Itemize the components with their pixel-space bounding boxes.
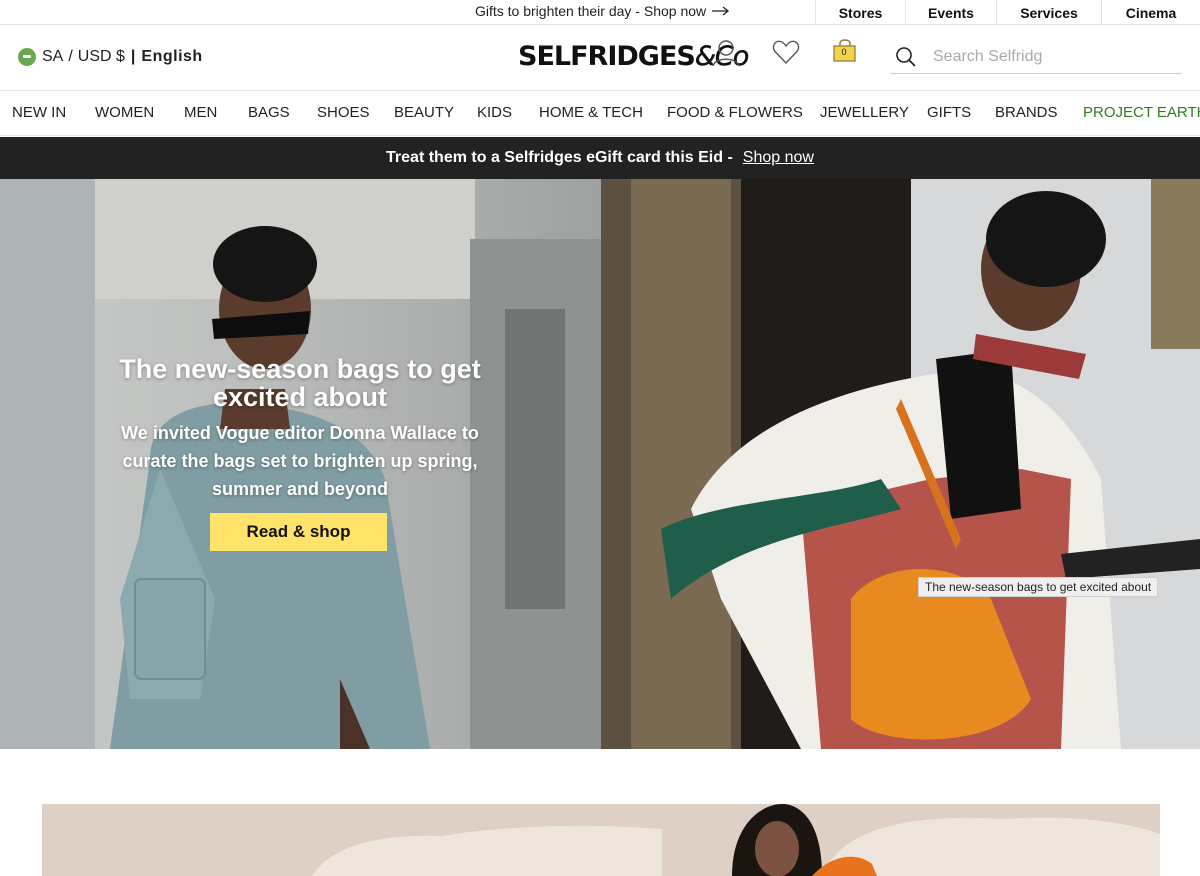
nav-item-new-in[interactable]: NEW IN (12, 104, 66, 121)
locale-country: SA (42, 48, 64, 65)
hero-subtitle: We invited Vogue editor Donna Wallace to… (121, 423, 479, 499)
logo-main: SELFRIDGES (518, 41, 696, 72)
events-link[interactable]: Events (905, 0, 996, 25)
heart-icon[interactable] (772, 38, 800, 66)
nav-item-kids[interactable]: KIDS (477, 104, 512, 121)
secondary-promo-photo (42, 804, 1160, 876)
nav-item-bags[interactable]: BAGS (248, 104, 290, 121)
nav-item-beauty[interactable]: BEAUTY (394, 104, 454, 121)
hero-right-photo (601, 179, 1200, 749)
utility-links: Stores Events Services Cinema (815, 0, 1200, 25)
search-input[interactable] (933, 47, 1043, 66)
locale-currency: USD $ (77, 48, 125, 65)
main-nav: NEW IN WOMEN MEN BAGS SHOES BEAUTY KIDS … (0, 90, 1200, 136)
locale-slash: / (68, 48, 73, 65)
image-tooltip: The new-season bags to get excited about (918, 577, 1159, 597)
locale-divider: | (130, 48, 136, 65)
nav-item-food-flowers[interactable]: FOOD & FLOWERS (667, 104, 803, 121)
egift-banner: Treat them to a Selfridges eGift card th… (0, 137, 1200, 179)
nav-item-women[interactable]: WOMEN (95, 104, 154, 121)
top-promo-link[interactable]: Gifts to brighten their day - Shop now (475, 3, 730, 19)
hero-title: The new-season bags to get excited about (119, 354, 481, 412)
nav-item-gifts[interactable]: GIFTS (927, 104, 971, 121)
nav-item-jewellery[interactable]: JEWELLERY (820, 104, 909, 121)
secondary-promo-image[interactable] (42, 804, 1160, 876)
nav-item-home-tech[interactable]: HOME & TECH (539, 104, 643, 121)
hero-section: The new-season bags to get excited about… (0, 179, 1200, 749)
banner-text: Treat them to a Selfridges eGift card th… (386, 149, 733, 166)
search-icon[interactable] (895, 46, 917, 68)
cinema-link[interactable]: Cinema (1101, 0, 1200, 25)
hero-image-right[interactable] (601, 179, 1200, 749)
stores-link[interactable]: Stores (815, 0, 905, 25)
top-utility-bar: Gifts to brighten their day - Shop now S… (0, 0, 1200, 25)
nav-item-project-earth[interactable]: PROJECT EARTH (1083, 104, 1200, 121)
account-icon[interactable] (711, 38, 741, 68)
services-link[interactable]: Services (996, 0, 1101, 25)
site-header: SA / USD $ | English SELFRIDGES &Co 0 (0, 26, 1200, 90)
nav-item-shoes[interactable]: SHOES (317, 104, 370, 121)
nav-item-men[interactable]: MEN (184, 104, 217, 121)
shopping-bag-button[interactable]: 0 (832, 38, 858, 66)
locale-language: English (141, 48, 203, 65)
arrow-right-icon (712, 6, 730, 16)
nav-item-brands[interactable]: BRANDS (995, 104, 1058, 121)
banner-shop-now-link[interactable]: Shop now (743, 149, 814, 167)
locale-selector[interactable]: SA / USD $ | English (18, 48, 203, 66)
top-promo-text[interactable]: Gifts to brighten their day - Shop now (475, 3, 706, 19)
bag-count: 0 (841, 47, 847, 57)
flag-icon (18, 48, 36, 66)
search-bar[interactable] (890, 40, 1182, 74)
read-and-shop-button[interactable]: Read & shop (210, 513, 387, 551)
